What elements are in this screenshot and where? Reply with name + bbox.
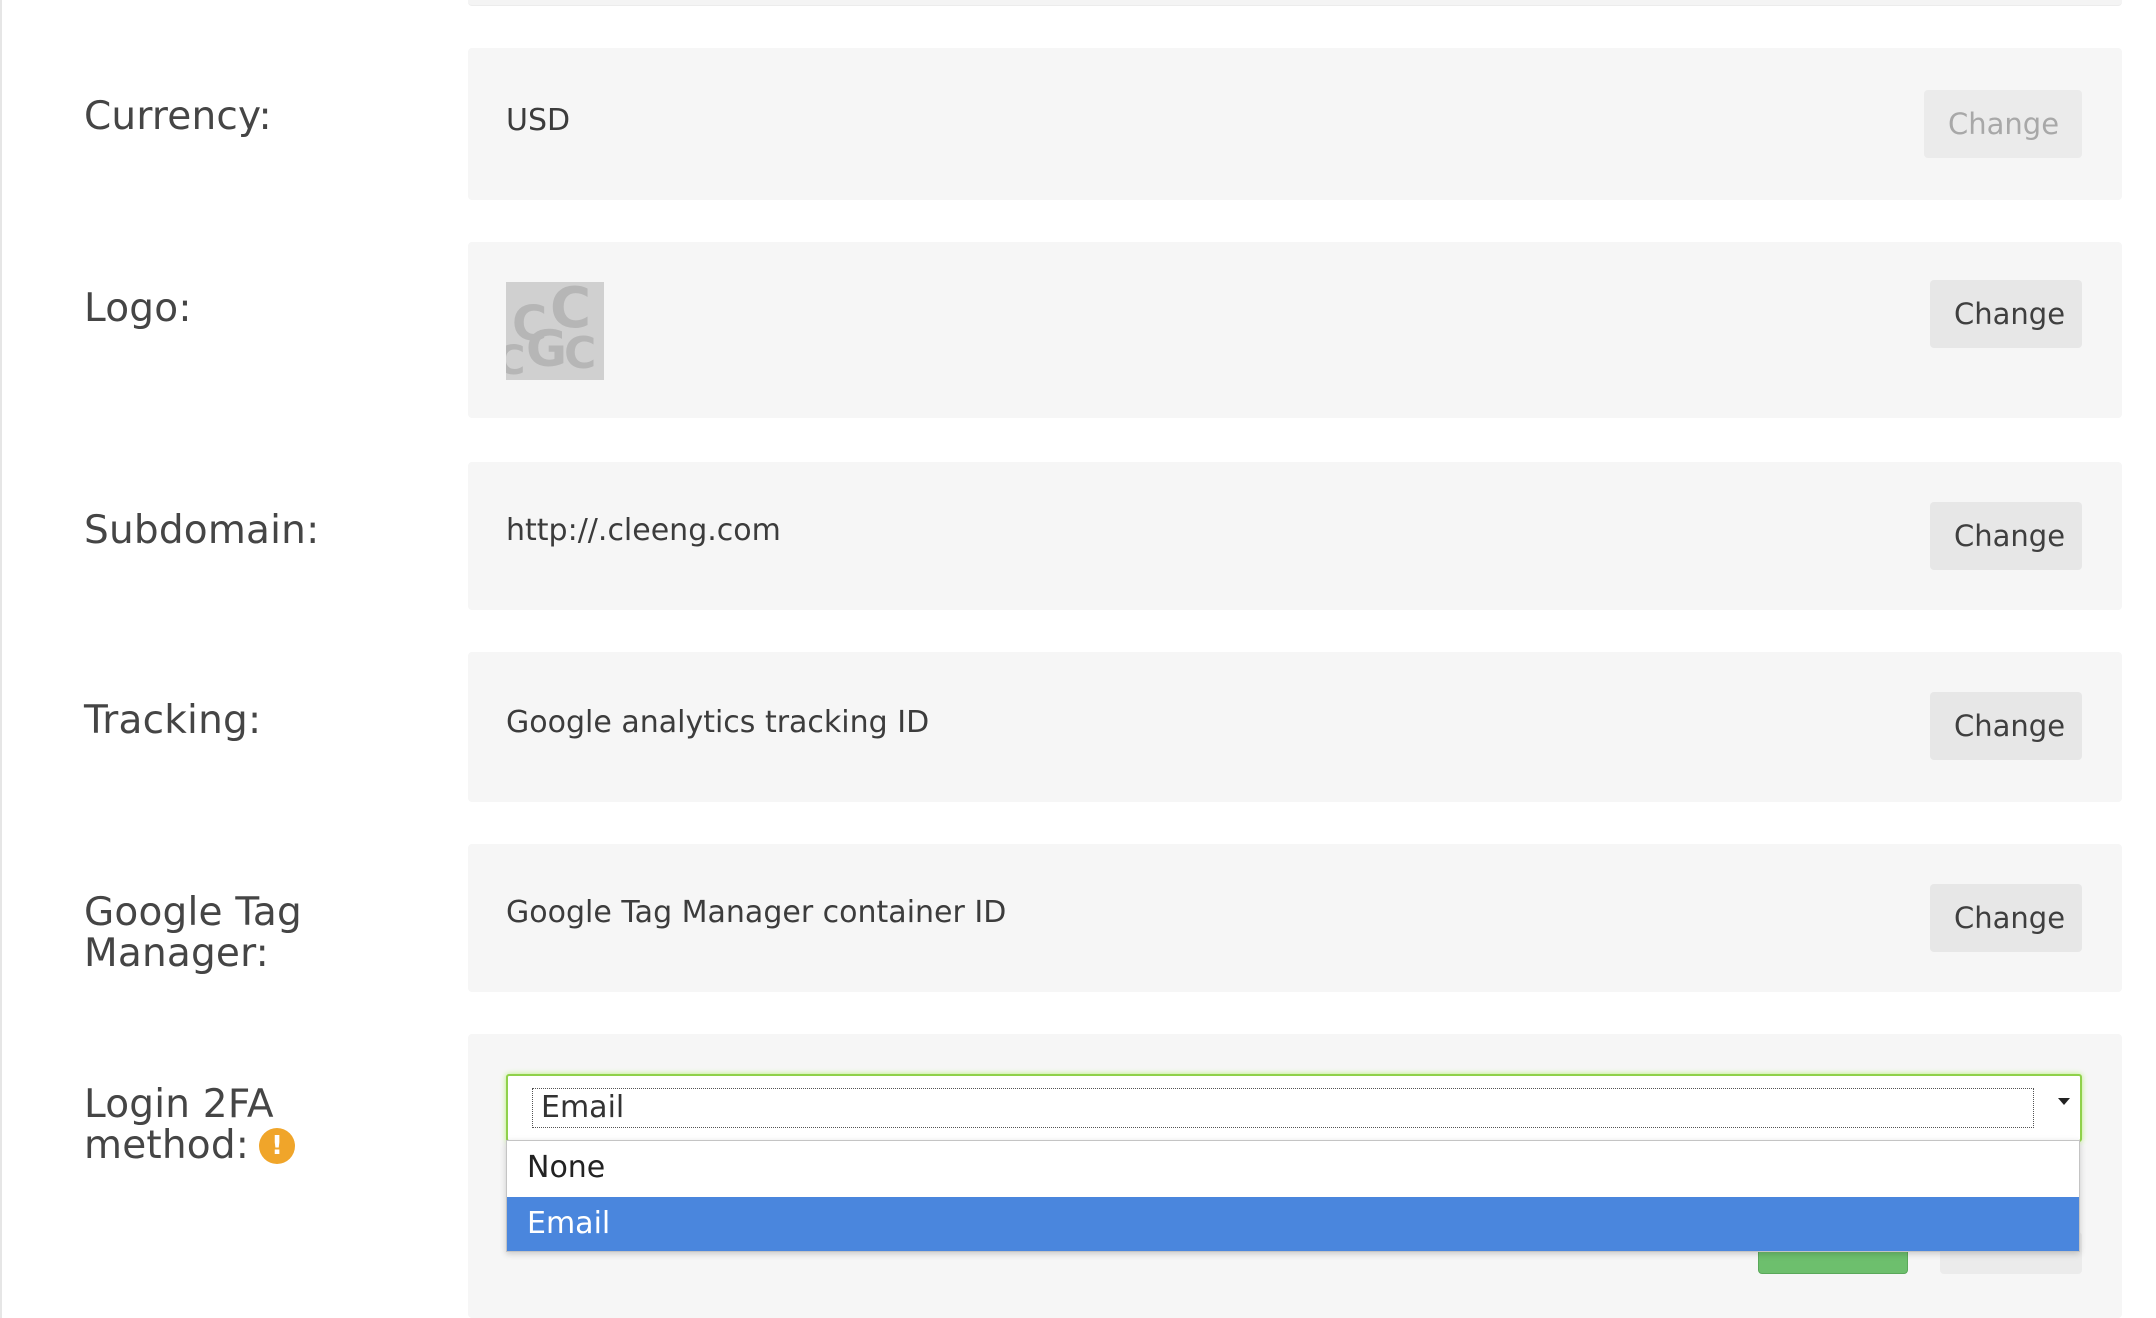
- subdomain-label: Subdomain:: [84, 508, 320, 553]
- warning-icon[interactable]: !: [259, 1128, 296, 1164]
- chevron-down-icon: [2058, 1098, 2070, 1105]
- login-2fa-label: Login 2FA method:: [84, 1082, 274, 1168]
- previous-row-panel: [468, 0, 2122, 6]
- login-2fa-label-wrap: Login 2FA method:!: [84, 1084, 314, 1166]
- logo-label: Logo:: [84, 286, 192, 331]
- currency-change-button[interactable]: Change: [1924, 90, 2082, 158]
- google-tag-manager-change-button[interactable]: Change: [1930, 884, 2082, 952]
- login-2fa-select[interactable]: Email: [506, 1074, 2082, 1142]
- tracking-panel: Google analytics tracking ID Change: [468, 652, 2122, 802]
- option-none[interactable]: None: [507, 1141, 2079, 1195]
- page-left-border: [0, 0, 2, 1318]
- option-email[interactable]: Email: [507, 1197, 2079, 1251]
- login-2fa-selected-value: Email: [541, 1090, 625, 1125]
- subdomain-value: http://.cleeng.com: [506, 513, 781, 548]
- currency-value: USD: [506, 103, 571, 138]
- currency-panel: USD Change: [468, 48, 2122, 200]
- logo-image: C C G C C: [506, 282, 604, 380]
- subdomain-panel: http://.cleeng.com Change: [468, 462, 2122, 610]
- select-dropdown-button[interactable]: [2058, 1076, 2080, 1140]
- select-focus-ring: Email: [532, 1088, 2034, 1128]
- google-tag-manager-panel: Google Tag Manager container ID Change: [468, 844, 2122, 992]
- logo-change-button[interactable]: Change: [1930, 280, 2082, 348]
- subdomain-change-button[interactable]: Change: [1930, 502, 2082, 570]
- google-tag-manager-label: Google Tag Manager:: [84, 890, 302, 976]
- login-2fa-dropdown-list: None Email: [506, 1140, 2080, 1252]
- tracking-value: Google analytics tracking ID: [506, 705, 930, 740]
- tracking-change-button[interactable]: Change: [1930, 692, 2082, 760]
- google-tag-manager-value: Google Tag Manager container ID: [506, 895, 1007, 930]
- tracking-label: Tracking:: [84, 698, 262, 743]
- currency-label: Currency:: [84, 94, 272, 139]
- logo-panel: C C G C C Change: [468, 242, 2122, 418]
